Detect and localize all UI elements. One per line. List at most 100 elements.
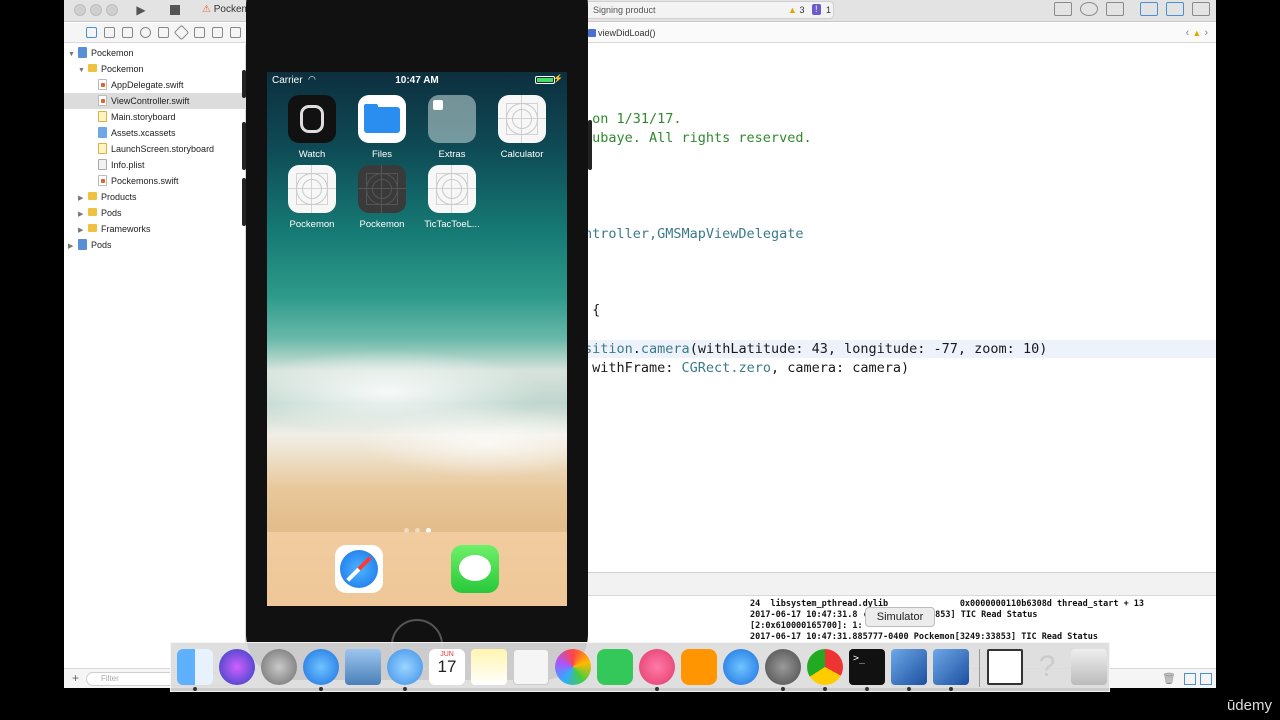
safari-app-icon[interactable] (335, 545, 383, 593)
preview-icon[interactable] (345, 649, 381, 685)
add-file-button[interactable]: + (72, 671, 79, 685)
jump-bar[interactable]: viewDidLoad() ‹ ▲ › (584, 23, 1216, 43)
volume-up-button[interactable] (242, 122, 246, 170)
calendar-icon[interactable]: JUN 17 (429, 649, 465, 685)
show-variables-icon[interactable] (1184, 673, 1196, 685)
wallpaper-wave (267, 322, 567, 512)
messages-app-icon[interactable] (451, 545, 499, 593)
app-pockemon-dimmed[interactable]: Pockemon (352, 165, 412, 230)
app-store-icon[interactable] (723, 649, 759, 685)
volume-down-button[interactable] (242, 178, 246, 226)
symbol-navigator-icon[interactable] (122, 27, 133, 38)
close-window-button[interactable] (74, 4, 86, 16)
safari-icon[interactable] (303, 649, 339, 691)
warning-icon: ▲ (1192, 28, 1202, 38)
zoom-window-button[interactable] (106, 4, 118, 16)
jump-bar-arrows[interactable]: ‹ ▲ › (1186, 23, 1208, 43)
tree-item-pockemon-project[interactable]: ▼ Pockemon (68, 45, 134, 61)
tree-item-viewcontroller[interactable]: ViewController.swift (64, 93, 246, 109)
photos-icon[interactable] (555, 649, 591, 685)
test-navigator-icon[interactable] (173, 24, 190, 41)
minimize-window-button[interactable] (90, 4, 102, 16)
messages-icon[interactable] (387, 649, 423, 691)
find-navigator-icon[interactable] (140, 27, 151, 38)
console-line: [2:0x610000165700]: 1: (750, 621, 863, 631)
app-files[interactable]: Files (352, 95, 412, 160)
tree-item-launchscreen[interactable]: LaunchScreen.storyboard (96, 141, 214, 157)
siri-icon[interactable] (219, 649, 255, 685)
tree-item-info-plist[interactable]: Info.plist (96, 157, 145, 173)
issue-navigator-icon[interactable] (158, 27, 169, 38)
show-console-icon[interactable] (1200, 673, 1212, 685)
app-calculator[interactable]: Calculator (492, 95, 552, 160)
app-pockemon[interactable]: Pockemon (282, 165, 342, 230)
terminal-icon[interactable]: >_ (849, 649, 885, 691)
project-navigator-icon[interactable] (86, 27, 97, 38)
code-token: , camera: camera) (770, 360, 910, 376)
console-line: 24 libsystem_pthread.dylib 0x0000000110b… (750, 599, 1145, 609)
jump-bar-function[interactable]: viewDidLoad() (598, 23, 656, 43)
facetime-icon[interactable] (597, 649, 633, 685)
tree-item-products[interactable]: ▶ Products (78, 189, 137, 205)
itunes-icon[interactable] (639, 649, 675, 691)
tree-item-label: LaunchScreen.storyboard (111, 144, 215, 154)
tree-item-label: Pods (91, 240, 112, 250)
run-button[interactable]: ▶ (132, 1, 150, 19)
app-extras-folder[interactable]: Extras (422, 95, 482, 160)
xcode-window: ▶ ⚠ Pockemon Signing product ▲ 3 ! 1 vie… (64, 0, 1216, 688)
assistant-editor-icon[interactable] (1080, 2, 1098, 16)
tree-item-appdelegate[interactable]: AppDelegate.swift (96, 77, 184, 93)
xcode-icon[interactable] (891, 649, 927, 691)
report-navigator-icon[interactable] (230, 27, 241, 38)
tree-item-pods-project[interactable]: ▶ Pods (68, 237, 112, 253)
issue-icon[interactable]: ! (812, 4, 821, 15)
chrome-icon[interactable] (807, 649, 843, 691)
ibooks-icon[interactable] (681, 649, 717, 685)
trash-icon[interactable] (1071, 649, 1107, 685)
system-preferences-icon[interactable] (765, 649, 801, 691)
blank-app-icon (428, 165, 476, 213)
swift-file-icon (98, 79, 107, 90)
tree-item-main-storyboard[interactable]: Main.storyboard (96, 109, 176, 125)
minimized-window-icon[interactable] (987, 649, 1023, 685)
disclosure-triangle-icon[interactable]: ▼ (78, 63, 86, 79)
debug-navigator-icon[interactable] (194, 27, 205, 38)
help-icon[interactable]: ? (1029, 649, 1065, 685)
source-control-navigator-icon[interactable] (104, 27, 115, 38)
toggle-utilities-icon[interactable] (1192, 2, 1210, 16)
launchpad-icon[interactable] (261, 649, 297, 685)
tree-item-pods-group[interactable]: ▶ Pods (78, 205, 122, 221)
method-icon (588, 29, 596, 37)
toggle-debug-area-icon[interactable] (1166, 2, 1184, 16)
toggle-navigator-icon[interactable] (1140, 2, 1158, 16)
standard-editor-icon[interactable] (1054, 2, 1072, 16)
mute-switch[interactable] (242, 70, 246, 98)
finder-icon[interactable] (177, 649, 213, 691)
tree-item-pockemon-group[interactable]: ▼ Pockemon (78, 61, 144, 77)
app-tictactoe[interactable]: TicTacToeL... (422, 165, 482, 230)
files-app-icon (358, 95, 406, 143)
notes-icon[interactable] (471, 649, 507, 685)
version-editor-icon[interactable] (1106, 2, 1124, 16)
app-watch[interactable]: Watch (282, 95, 342, 160)
breakpoint-navigator-icon[interactable] (212, 27, 223, 38)
code-token: withFrame: (584, 360, 682, 376)
power-button[interactable] (588, 120, 592, 170)
tree-item-frameworks[interactable]: ▶ Frameworks (78, 221, 151, 237)
watch-app-icon (288, 95, 336, 143)
issue-count: 1 (826, 5, 832, 15)
code-token: . (632, 341, 641, 357)
stop-button[interactable] (170, 5, 180, 15)
tree-item-assets[interactable]: Assets.xcassets (96, 125, 176, 141)
code-token: .zero (730, 360, 771, 376)
simulator-icon[interactable] (933, 649, 969, 691)
app-label: Pockemon (289, 219, 335, 230)
disclosure-triangle-icon[interactable]: ▼ (68, 47, 76, 63)
disclosure-triangle-icon[interactable]: ▶ (68, 239, 76, 255)
tree-item-pockemons-swift[interactable]: Pockemons.swift (96, 173, 179, 189)
iphone-home-screen[interactable]: Carrier ◠ 10:47 AM ⚡ Watch Files Extras (267, 72, 567, 606)
warning-indicator[interactable]: ▲ 3 (788, 1, 804, 19)
trash-icon[interactable]: 🗑 (1162, 672, 1176, 685)
code-token: ntroller, (584, 226, 658, 242)
reminders-icon[interactable] (513, 649, 549, 685)
